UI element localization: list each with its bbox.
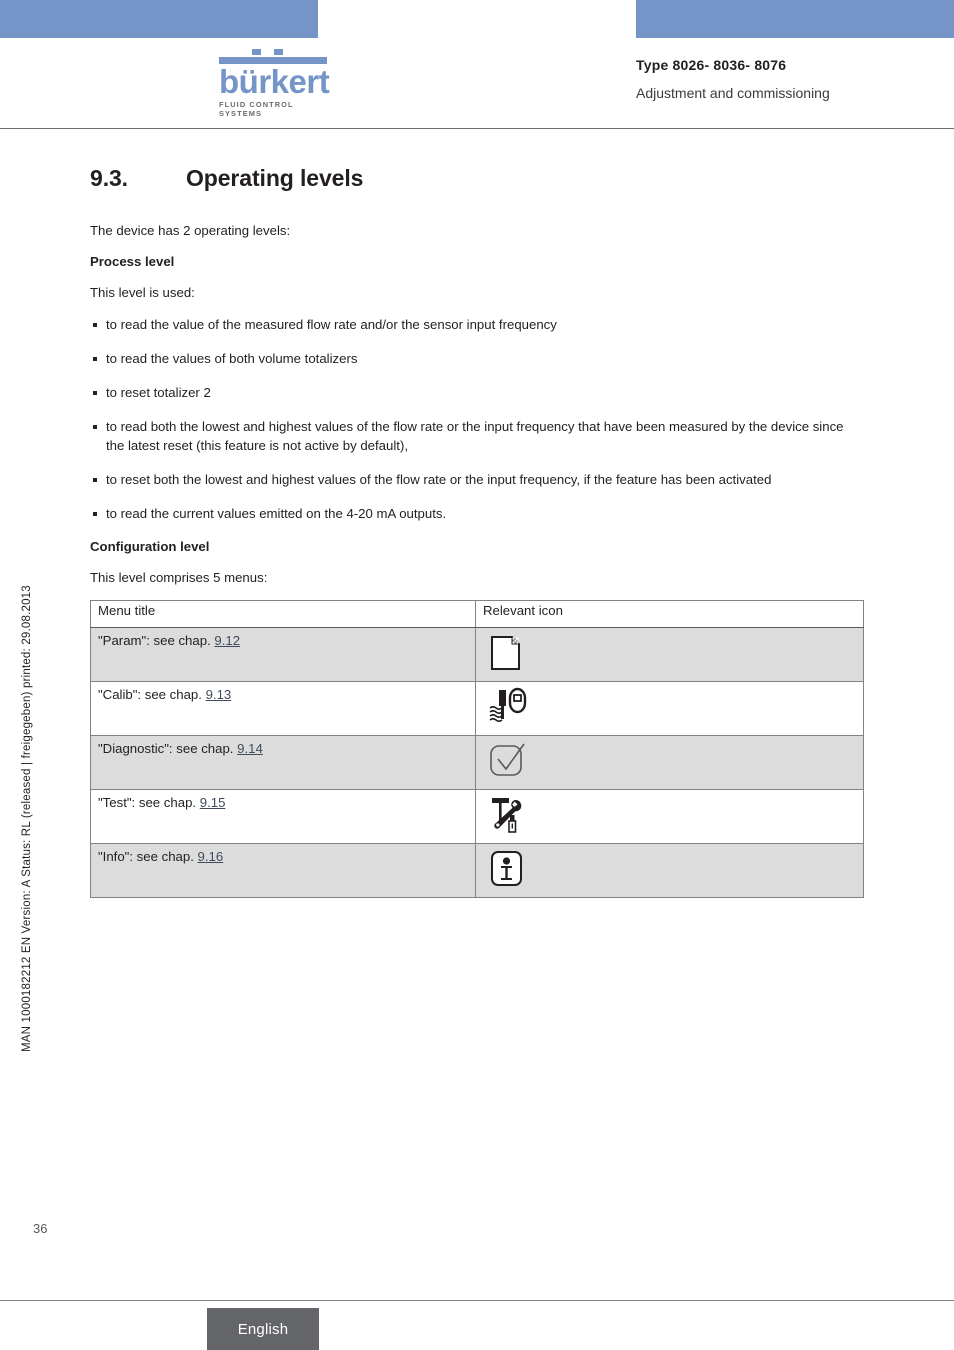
list-item: to read the current values emitted on th… [90,504,865,523]
chapter-link[interactable]: 9.14 [237,741,263,756]
header-divider [0,128,954,129]
table-row: "Param": see chap. 9.12 [90,627,864,682]
menu-title-text: "Test": see chap. [98,795,200,810]
list-item: to read the value of the measured flow r… [90,315,865,334]
info-square-icon [486,848,532,890]
page-title: 9.3. Operating levels [90,165,865,192]
list-item: to read the values of both volume totali… [90,349,865,368]
menu-icon-cell [475,789,864,844]
menu-title-cell: "Test": see chap. 9.15 [90,789,476,844]
process-level-lead: This level is used: [90,285,195,300]
chapter-link[interactable]: 9.16 [198,849,224,864]
menu-title-cell: "Info": see chap. 9.16 [90,843,476,898]
menu-title-cell: "Param": see chap. 9.12 [90,627,476,682]
process-level-bullet-list: to read the value of the measured flow r… [90,315,865,523]
probe-in-liquid-icon [486,686,532,728]
burkert-logo: bürkert FLUID CONTROL SYSTEMS [219,49,330,118]
menu-title-text: "Diagnostic": see chap. [98,741,238,756]
logo-wordmark: bürkert [219,63,330,100]
footer-divider [0,1300,954,1301]
checkmark-square-icon [486,740,532,782]
table-row: "Test": see chap. 9.15 [90,789,864,844]
tools-icon [486,794,532,836]
document-page-icon [486,632,532,674]
menu-title-text: "Calib": see chap. [98,687,206,702]
logo-tagline: FLUID CONTROL SYSTEMS [219,100,294,118]
chapter-link[interactable]: 9.12 [214,633,240,648]
process-level-heading: Process level [90,254,175,269]
section-heading-text: Operating levels [186,165,364,191]
side-document-metadata: MAN 1000182212 EN Version: A Status: RL … [21,585,33,1052]
chapter-link[interactable]: 9.13 [206,687,232,702]
chapter-link[interactable]: 9.15 [200,795,226,810]
menu-table: Menu title Relevant icon "Param": see ch… [90,600,864,898]
section-number: 9.3. [90,165,128,191]
menu-icon-cell [475,681,864,736]
top-bar-left [0,0,318,38]
table-row: "Info": see chap. 9.16 [90,843,864,898]
column-header-menu-title: Menu title [90,600,476,628]
header-subtitle: Adjustment and commissioning [636,85,830,101]
configuration-level-lead: This level comprises 5 menus: [90,570,268,585]
list-item: to read both the lowest and highest valu… [90,417,865,455]
list-item: to reset both the lowest and highest val… [90,470,865,489]
menu-title-cell: "Calib": see chap. 9.13 [90,681,476,736]
column-header-relevant-icon: Relevant icon [475,600,864,628]
table-row: "Calib": see chap. 9.13 [90,681,864,736]
table-header-row: Menu title Relevant icon [90,600,864,628]
table-row: "Diagnostic": see chap. 9.14 [90,735,864,790]
main-content: 9.3. Operating levels The device has 2 op… [90,165,865,898]
menu-title-text: "Param": see chap. [98,633,215,648]
language-badge: English [207,1308,319,1350]
list-item: to reset totalizer 2 [90,383,865,402]
page-number: 36 [33,1221,48,1236]
configuration-level-heading: Configuration level [90,539,210,554]
logo-bars-decoration [219,49,327,64]
top-bar-right [636,0,954,38]
intro-paragraph: The device has 2 operating levels: [90,223,291,238]
menu-title-cell: "Diagnostic": see chap. 9.14 [90,735,476,790]
menu-icon-cell [475,627,864,682]
menu-icon-cell [475,735,864,790]
menu-icon-cell [475,843,864,898]
page-header: bürkert FLUID CONTROL SYSTEMS Type 8026-… [0,38,954,128]
header-type-line: Type 8026- 8036- 8076 [636,57,787,73]
menu-title-text: "Info": see chap. [98,849,198,864]
